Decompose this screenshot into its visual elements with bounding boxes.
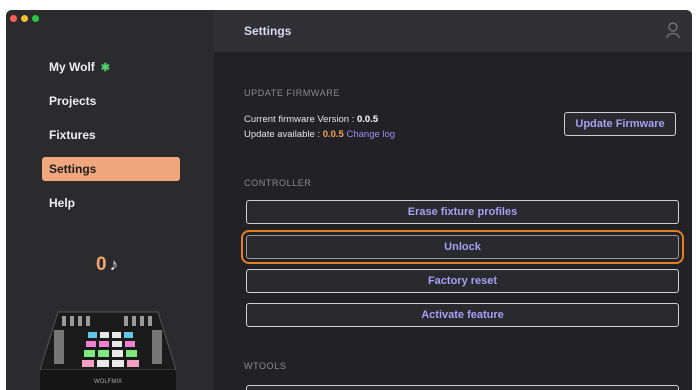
wtools-button-partial[interactable] [246,385,679,390]
erase-fixture-profiles-button[interactable]: Erase fixture profiles [246,200,679,224]
sidebar-item-fixtures[interactable]: Fixtures [42,123,180,147]
controller-section-title: CONTROLLER [244,178,312,188]
page-title: Settings [244,24,292,38]
sidebar-item-label: Projects [49,94,97,108]
minimize-window-button[interactable] [21,15,28,22]
activate-feature-button[interactable]: Activate feature [246,303,679,327]
sidebar-item-label: Fixtures [49,128,96,142]
sidebar-item-my-wolf[interactable]: My Wolf ✱ [42,55,180,79]
sidebar-item-settings[interactable]: Settings [42,157,180,181]
close-window-button[interactable] [10,15,17,22]
maximize-window-button[interactable] [32,15,39,22]
factory-reset-button[interactable]: Factory reset [246,269,679,293]
update-available-line: Update available : 0.0.5 Change log [244,129,395,140]
window-controls [10,15,39,22]
sidebar-item-label: Help [49,196,76,210]
unlock-button[interactable]: Unlock [241,230,684,264]
header-bar: Settings [214,10,692,52]
wolfmix-device-image: WOLFMIX [40,311,176,390]
sidebar-item-label: My Wolf [49,60,95,74]
device-counter: 0 ♪ [96,254,118,276]
current-firmware-line: Current firmware Version : 0.0.5 [244,114,378,125]
update-available-version: 0.0.5 [322,129,344,140]
leaf-icon: ✱ [100,61,110,74]
wtools-section-title: WTOOLS [244,361,287,371]
current-firmware-label: Current firmware Version : [244,114,357,125]
music-note-icon: ♪ [109,255,119,274]
update-available-label: Update available : [244,129,323,140]
user-icon[interactable] [666,22,680,39]
counter-value: 0 [96,254,107,275]
sidebar-item-projects[interactable]: Projects [42,89,180,113]
device-label: WOLFMIX [94,379,122,385]
update-firmware-button[interactable]: Update Firmware [564,112,676,136]
sidebar: My Wolf ✱ Projects Fixtures Settings Hel… [6,10,214,390]
change-log-link[interactable]: Change log [346,129,395,140]
app-window: My Wolf ✱ Projects Fixtures Settings Hel… [6,10,692,390]
sidebar-item-help[interactable]: Help [42,191,180,215]
update-firmware-section-title: UPDATE FIRMWARE [244,88,340,98]
sidebar-item-label: Settings [49,162,97,176]
current-firmware-version: 0.0.5 [356,114,379,125]
